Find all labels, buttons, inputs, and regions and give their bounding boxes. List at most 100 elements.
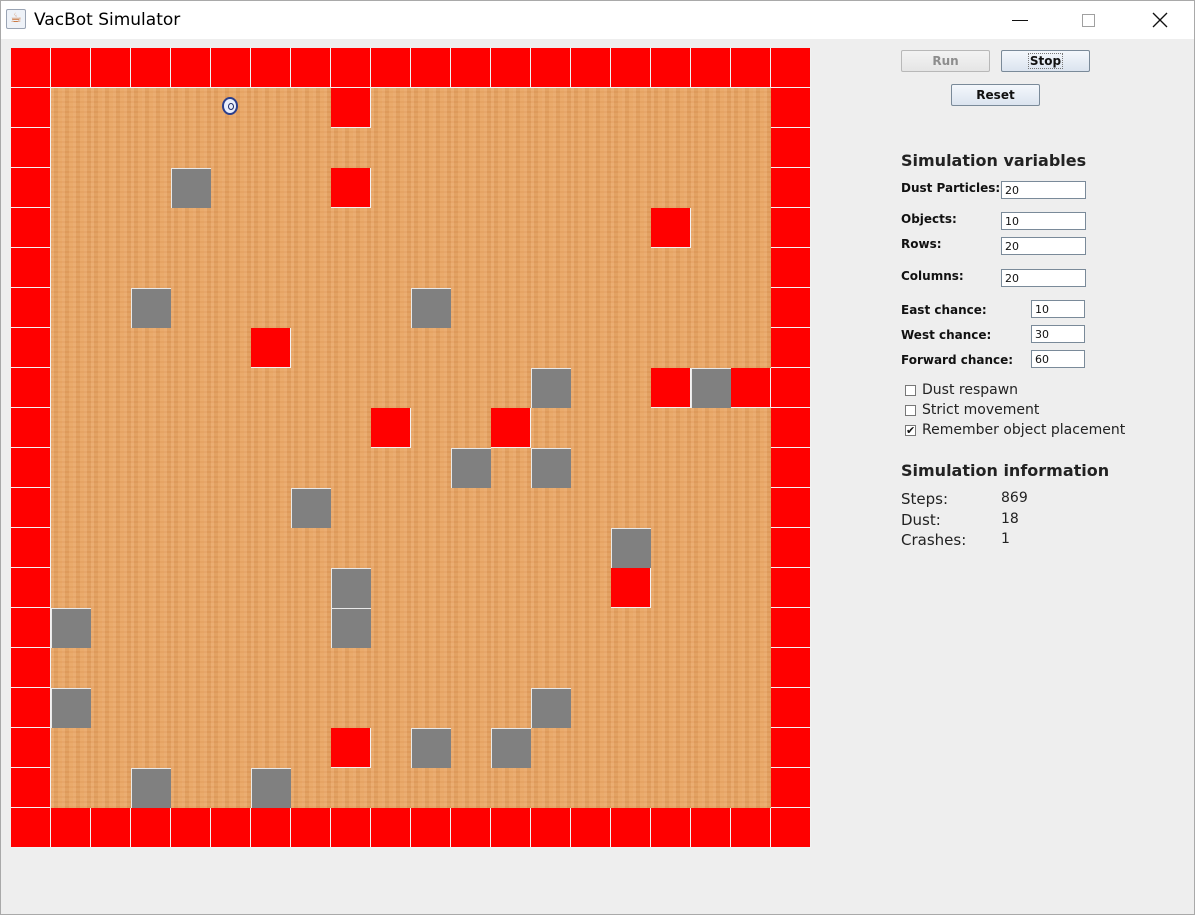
floor-tile <box>451 288 491 328</box>
floor-tile <box>491 488 531 528</box>
boundary-wall-tile <box>211 808 251 848</box>
boundary-wall-tile <box>91 48 131 88</box>
floor-tile <box>211 648 251 688</box>
forward-chance-field[interactable] <box>1031 350 1085 368</box>
strict-movement-checkbox[interactable]: Strict movement <box>905 402 1039 418</box>
floor-tile <box>411 88 451 128</box>
floor-tile <box>411 648 451 688</box>
floor-tile <box>251 168 291 208</box>
boundary-wall-tile <box>571 48 611 88</box>
floor-tile <box>371 248 411 288</box>
boundary-wall-tile <box>771 328 811 368</box>
rows-field[interactable] <box>1001 237 1086 255</box>
floor-tile <box>91 288 131 328</box>
minimize-button[interactable] <box>997 1 1043 39</box>
floor-tile <box>91 408 131 448</box>
floor-tile <box>371 768 411 808</box>
floor-tile <box>691 248 731 288</box>
floor-tile <box>571 408 611 448</box>
floor-tile <box>291 128 331 168</box>
floor-tile <box>131 488 171 528</box>
floor-tile <box>611 88 651 128</box>
floor-tile <box>91 448 131 488</box>
boundary-wall-tile <box>11 408 51 448</box>
floor-tile <box>411 448 451 488</box>
dust-particles-field[interactable] <box>1001 181 1086 199</box>
boundary-wall-tile <box>771 288 811 328</box>
floor-tile <box>451 168 491 208</box>
boundary-wall-tile <box>771 768 811 808</box>
reset-button[interactable]: Reset <box>951 84 1040 106</box>
floor-tile <box>691 688 731 728</box>
remember-placement-checkbox[interactable]: ✔ Remember object placement <box>905 422 1125 438</box>
floor-tile <box>531 88 571 128</box>
variables-heading: Simulation variables <box>901 151 1087 170</box>
maximize-button[interactable] <box>1065 1 1111 39</box>
floor-tile <box>451 88 491 128</box>
crashes-value: 1 <box>1001 531 1010 547</box>
boundary-wall-tile <box>771 168 811 208</box>
run-button[interactable]: Run <box>901 50 990 72</box>
dust-respawn-checkbox[interactable]: Dust respawn <box>905 382 1018 398</box>
floor-tile <box>131 528 171 568</box>
floor-tile <box>651 168 691 208</box>
floor-tile <box>211 368 251 408</box>
boundary-wall-tile <box>571 808 611 848</box>
floor-tile <box>691 488 731 528</box>
floor-tile <box>51 88 91 128</box>
floor-tile <box>131 208 171 248</box>
floor-tile <box>371 328 411 368</box>
strict-movement-box[interactable] <box>905 404 916 416</box>
floor-tile <box>211 528 251 568</box>
floor-tile <box>611 488 651 528</box>
obstacle-tile <box>51 608 91 648</box>
floor-tile <box>371 688 411 728</box>
west-chance-field[interactable] <box>1031 325 1085 343</box>
floor-tile <box>411 688 451 728</box>
floor-tile <box>331 288 371 328</box>
floor-tile <box>491 608 531 648</box>
columns-field[interactable] <box>1001 269 1086 287</box>
boundary-wall-tile <box>131 808 171 848</box>
floor-tile <box>691 288 731 328</box>
floor-tile <box>131 328 171 368</box>
boundary-wall-tile <box>771 648 811 688</box>
columns-label: Columns: <box>901 269 964 283</box>
floor-tile <box>731 528 771 568</box>
dust-respawn-box[interactable] <box>905 384 916 396</box>
boundary-wall-tile <box>771 48 811 88</box>
floor-tile <box>651 328 691 368</box>
floor-tile <box>611 168 651 208</box>
floor-tile <box>371 608 411 648</box>
remember-placement-box[interactable]: ✔ <box>905 424 916 436</box>
floor-tile <box>251 528 291 568</box>
floor-tile <box>491 368 531 408</box>
dust-respawn-label: Dust respawn <box>922 382 1019 398</box>
objects-field[interactable] <box>1001 212 1086 230</box>
floor-tile <box>131 608 171 648</box>
boundary-wall-tile <box>11 288 51 328</box>
boundary-wall-tile <box>771 208 811 248</box>
boundary-wall-tile <box>771 248 811 288</box>
floor-tile <box>131 368 171 408</box>
floor-tile <box>491 248 531 288</box>
floor-tile <box>251 488 291 528</box>
information-heading: Simulation information <box>901 461 1110 480</box>
floor-tile <box>371 128 411 168</box>
boundary-wall-tile <box>771 568 811 608</box>
stop-button[interactable]: Stop <box>1001 50 1090 72</box>
obstacle-tile <box>51 688 91 728</box>
close-button[interactable] <box>1137 1 1183 39</box>
boundary-wall-tile <box>771 88 811 128</box>
floor-tile <box>731 408 771 448</box>
east-chance-field[interactable] <box>1031 300 1085 318</box>
floor-tile <box>411 128 451 168</box>
floor-tile <box>571 768 611 808</box>
floor-tile <box>571 208 611 248</box>
floor-tile <box>651 688 691 728</box>
floor-tile <box>451 368 491 408</box>
boundary-wall-tile <box>371 48 411 88</box>
floor-tile <box>51 568 91 608</box>
floor-tile <box>211 448 251 488</box>
floor-tile <box>691 568 731 608</box>
